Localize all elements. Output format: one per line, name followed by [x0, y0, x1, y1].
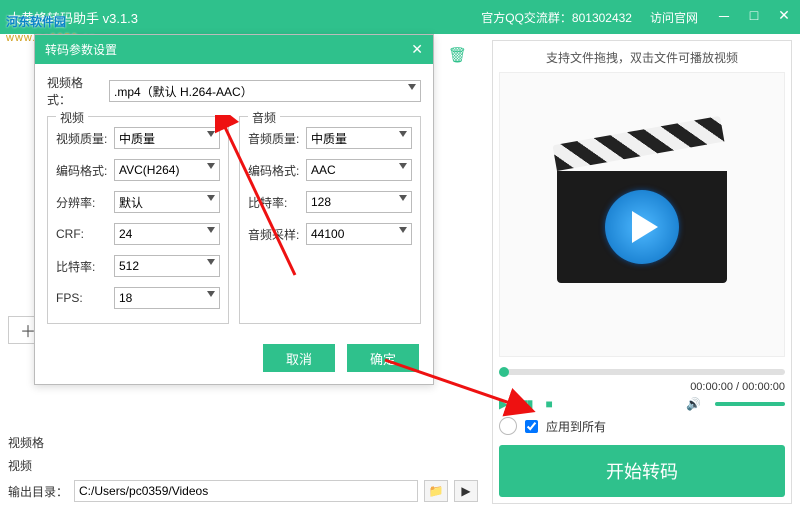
- cancel-button[interactable]: 取消: [263, 344, 335, 372]
- audio-sample-select[interactable]: 44100: [306, 223, 412, 245]
- video-label: 视频: [8, 457, 32, 474]
- apply-all-checkbox[interactable]: [525, 420, 538, 433]
- delete-icon[interactable]: 🗑: [448, 46, 467, 64]
- globe-icon: [499, 417, 517, 435]
- preview-panel: 支持文件拖拽，双击文件可播放视频 00:00:00 / 00:00:00 ▶ ▮…: [492, 40, 792, 504]
- progress-slider[interactable]: [499, 369, 785, 375]
- dialog-close-button[interactable]: ✕: [411, 41, 423, 58]
- chevron-down-icon: [399, 131, 407, 137]
- dialog-title: 转码参数设置: [45, 41, 411, 58]
- audio-bitrate-select[interactable]: 128: [306, 191, 412, 213]
- video-legend: 视频: [56, 109, 88, 126]
- ok-button[interactable]: 确定: [347, 344, 419, 372]
- chevron-down-icon: [399, 227, 407, 233]
- crf-select[interactable]: 24: [114, 223, 220, 245]
- audio-codec-select[interactable]: AAC: [306, 159, 412, 181]
- audio-legend: 音频: [248, 109, 280, 126]
- minimize-button[interactable]: －: [716, 7, 732, 27]
- video-bitrate-select[interactable]: 512: [114, 255, 220, 277]
- format-label: 视频格式：: [47, 74, 103, 108]
- pause-icon[interactable]: ▮▮: [522, 397, 531, 411]
- encode-settings-dialog: 转码参数设置 ✕ 视频格式： .mp4（默认 H.264-AAC） 视频 视频质…: [34, 34, 434, 385]
- video-codec-select[interactable]: AVC(H264): [114, 159, 220, 181]
- volume-icon[interactable]: 🔊: [686, 397, 701, 411]
- format-select[interactable]: .mp4（默认 H.264-AAC）: [109, 80, 421, 102]
- video-quality-select[interactable]: 中质量: [114, 127, 220, 149]
- volume-slider[interactable]: [715, 402, 785, 406]
- apply-all-label: 应用到所有: [546, 418, 606, 435]
- audio-quality-select[interactable]: 中质量: [306, 127, 412, 149]
- chevron-down-icon: [207, 259, 215, 265]
- chevron-down-icon: [408, 84, 416, 90]
- chevron-down-icon: [207, 131, 215, 137]
- chevron-down-icon: [207, 291, 215, 297]
- browse-folder-button[interactable]: 📁: [424, 480, 448, 502]
- clapperboard-icon: [557, 145, 727, 285]
- output-dir-input[interactable]: [74, 480, 418, 502]
- start-transcode-button[interactable]: 开始转码: [499, 445, 785, 497]
- video-fmt-label: 视频格: [8, 434, 44, 451]
- close-button[interactable]: ✕: [776, 7, 792, 27]
- maximize-button[interactable]: □: [746, 7, 762, 27]
- website-link[interactable]: 访问官网: [650, 9, 698, 26]
- chevron-down-icon: [207, 227, 215, 233]
- chevron-down-icon: [207, 163, 215, 169]
- chevron-down-icon: [207, 195, 215, 201]
- stop-icon[interactable]: ■: [545, 397, 552, 411]
- fps-select[interactable]: 18: [114, 287, 220, 309]
- qq-group-link[interactable]: 官方QQ交流群：801302432: [481, 9, 632, 26]
- titlebar: 大黄蜂转码助手 v3.1.3 官方QQ交流群：801302432 访问官网 － …: [0, 0, 800, 34]
- play-icon[interactable]: ▶: [499, 397, 508, 411]
- chevron-down-icon: [399, 195, 407, 201]
- preview-hint: 支持文件拖拽，双击文件可播放视频: [499, 47, 785, 72]
- time-display: 00:00:00 / 00:00:00: [499, 381, 785, 393]
- video-preview[interactable]: [499, 72, 785, 357]
- chevron-down-icon: [399, 163, 407, 169]
- output-dir-label: 输出目录：: [8, 483, 68, 500]
- resolution-select[interactable]: 默认: [114, 191, 220, 213]
- open-folder-button[interactable]: ▶: [454, 480, 478, 502]
